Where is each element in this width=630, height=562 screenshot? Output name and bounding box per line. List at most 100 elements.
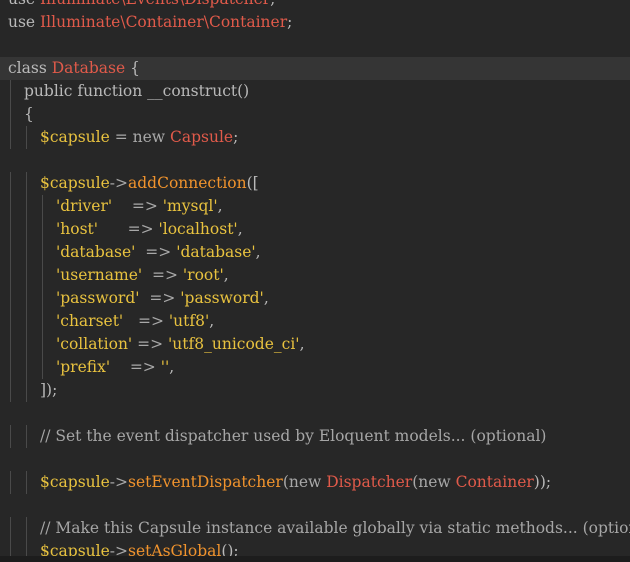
indent-guide <box>26 126 27 149</box>
code-token: => <box>98 220 159 238</box>
code-token: { <box>125 59 140 77</box>
code-token: Illuminate\Container\Container <box>40 13 288 31</box>
code-line[interactable]: 'password' => 'password', <box>0 287 630 310</box>
code-token: Dispatcher <box>326 473 413 491</box>
code-token: { <box>24 105 34 123</box>
indent-guide <box>26 517 27 540</box>
code-line[interactable]: $capsule->addConnection([ <box>0 172 630 195</box>
code-token: 'mysql' <box>162 197 218 215</box>
code-token: , <box>223 266 229 284</box>
code-text: 'username' => 'root', <box>56 264 229 287</box>
code-text: use Illuminate\Events\Dispatcher; <box>8 0 275 11</box>
code-text: 'driver' => 'mysql', <box>56 195 223 218</box>
indent-guide <box>26 310 27 333</box>
code-token: 'username' <box>56 266 143 284</box>
code-text: 'database' => 'database', <box>56 241 261 264</box>
code-line[interactable] <box>0 34 630 57</box>
indent-guide <box>42 287 43 310</box>
code-token: , <box>169 358 175 376</box>
code-token: ; <box>270 0 275 8</box>
code-token: Database <box>51 59 126 77</box>
indent-guide <box>10 172 11 195</box>
indent-guide <box>42 195 43 218</box>
code-token: 'password' <box>56 289 140 307</box>
code-token: 'charset' <box>56 312 124 330</box>
code-line[interactable]: 'prefix' => '', <box>0 356 630 379</box>
code-line[interactable]: 'collation' => 'utf8_unicode_ci', <box>0 333 630 356</box>
code-token: => <box>135 243 177 261</box>
indent-guide <box>26 333 27 356</box>
code-token: '' <box>160 358 170 376</box>
code-token: 'collation' <box>56 335 133 353</box>
code-token: ]); <box>40 381 58 399</box>
code-token: => <box>132 335 169 353</box>
code-text: class Database { <box>8 57 140 80</box>
code-token: , <box>299 335 305 353</box>
code-token: , <box>237 220 243 238</box>
indent-guide <box>10 310 11 333</box>
code-token: use <box>8 0 40 8</box>
indent-guide <box>42 218 43 241</box>
code-text: $capsule = new Capsule; <box>40 126 238 149</box>
code-text: // Make this Capsule instance available … <box>40 517 630 540</box>
indent-guide <box>26 218 27 241</box>
code-line[interactable]: use Illuminate\Events\Dispatcher; <box>0 0 630 11</box>
indent-guide <box>10 80 11 103</box>
indent-guide <box>10 103 11 126</box>
indent-guide <box>10 218 11 241</box>
code-line[interactable]: $capsule = new Capsule; <box>0 126 630 149</box>
code-line[interactable] <box>0 402 630 425</box>
indent-guide <box>10 517 11 540</box>
code-line[interactable]: // Set the event dispatcher used by Eloq… <box>0 425 630 448</box>
code-token: -> <box>109 174 129 192</box>
code-text: $capsule->addConnection([ <box>40 172 259 195</box>
code-text: 'charset' => 'utf8', <box>56 310 214 333</box>
code-line[interactable]: 'charset' => 'utf8', <box>0 310 630 333</box>
code-token: , <box>255 243 261 261</box>
status-strip <box>0 556 630 562</box>
code-editor[interactable]: use Illuminate\Events\Dispatcher;use Ill… <box>0 0 630 562</box>
code-line[interactable]: use Illuminate\Container\Container; <box>0 11 630 34</box>
code-line[interactable]: { <box>0 103 630 126</box>
code-line[interactable]: ]); <box>0 379 630 402</box>
code-token: Container <box>455 473 534 491</box>
indent-guide <box>42 264 43 287</box>
indent-guide <box>26 356 27 379</box>
code-line[interactable] <box>0 448 630 471</box>
code-token: // Set the event dispatcher used by Eloq… <box>40 427 547 445</box>
code-token: => <box>142 266 183 284</box>
code-text: ]); <box>40 379 57 402</box>
code-line[interactable]: 'host' => 'localhost', <box>0 218 630 241</box>
code-line[interactable]: 'driver' => 'mysql', <box>0 195 630 218</box>
indent-guide <box>10 333 11 356</box>
code-text: 'password' => 'password', <box>56 287 269 310</box>
code-token: ; <box>287 13 293 31</box>
code-token: => <box>123 312 169 330</box>
code-line[interactable]: 'database' => 'database', <box>0 241 630 264</box>
code-token: 'utf8' <box>168 312 210 330</box>
code-token: = new <box>109 128 170 146</box>
code-token: 'root' <box>182 266 224 284</box>
code-line[interactable]: // Make this Capsule instance available … <box>0 517 630 540</box>
indent-guide <box>10 425 11 448</box>
code-token: 'localhost' <box>158 220 238 238</box>
indent-guide <box>10 379 11 402</box>
code-line[interactable] <box>0 494 630 517</box>
code-line[interactable]: class Database { <box>0 57 630 80</box>
code-line[interactable]: $capsule->setEventDispatcher(new Dispatc… <box>0 471 630 494</box>
indent-guide <box>42 356 43 379</box>
code-text: use Illuminate\Container\Container; <box>8 11 292 34</box>
code-token: ([ <box>246 174 259 192</box>
code-line[interactable] <box>0 149 630 172</box>
code-token: addConnection <box>128 174 247 192</box>
code-token: Capsule <box>169 128 234 146</box>
code-line[interactable]: public function __construct() <box>0 80 630 103</box>
indent-guide <box>42 333 43 356</box>
code-token: , <box>217 197 223 215</box>
code-line[interactable]: 'username' => 'root', <box>0 264 630 287</box>
indent-guide <box>26 471 27 494</box>
indent-guide <box>26 195 27 218</box>
indent-guide <box>26 241 27 264</box>
code-token: (new <box>282 473 327 491</box>
indent-guide <box>26 172 27 195</box>
